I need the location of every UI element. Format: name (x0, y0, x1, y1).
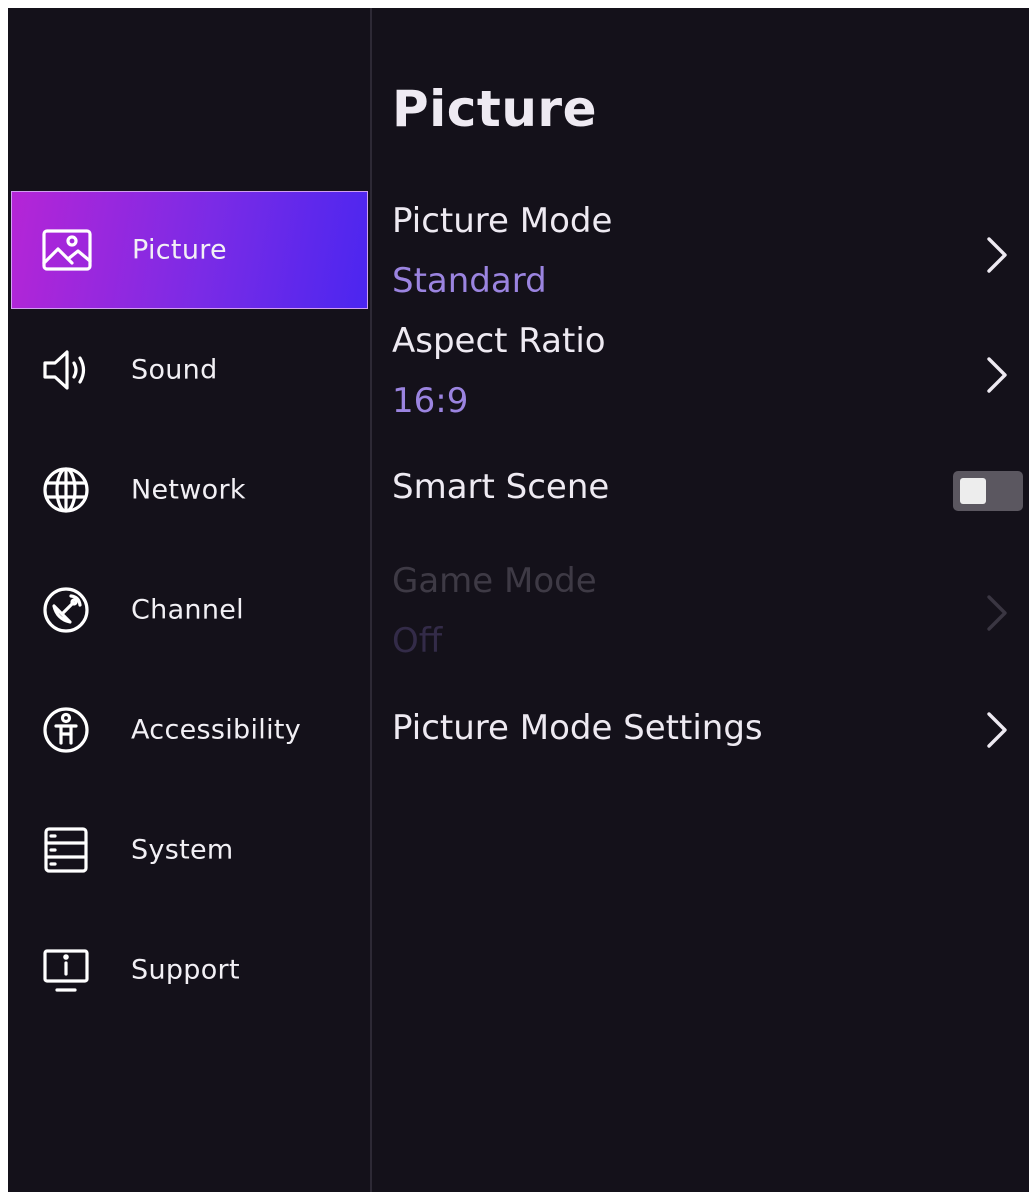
image-icon (38, 221, 96, 279)
setting-label: Smart Scene (392, 467, 610, 507)
speaker-icon (37, 341, 95, 399)
sidebar-item-network[interactable]: Network (11, 431, 368, 549)
settings-content: Picture Picture Mode Standard Aspect Rat… (372, 8, 1029, 1192)
sidebar-item-label: System (131, 834, 234, 866)
sidebar-item-label: Accessibility (131, 714, 302, 746)
setting-value: 16:9 (392, 381, 469, 421)
sidebar-item-support[interactable]: Support (11, 911, 368, 1029)
setting-value: Standard (392, 261, 547, 301)
sidebar-item-label: Picture (132, 234, 227, 266)
chevron-right-icon (981, 593, 1011, 633)
setting-label: Picture Mode Settings (392, 708, 763, 748)
info-monitor-icon (37, 941, 95, 999)
setting-value: Off (392, 621, 443, 661)
chevron-right-icon (981, 235, 1011, 275)
sidebar-item-sound[interactable]: Sound (11, 311, 368, 429)
page-title: Picture (392, 80, 597, 138)
server-rack-icon (37, 821, 95, 879)
setting-picture-mode[interactable]: Picture Mode Standard (372, 193, 1029, 313)
chevron-right-icon (981, 710, 1011, 750)
settings-sidebar: Picture Sound Network Channel Accessibil… (8, 8, 372, 1192)
smart-scene-toggle[interactable] (953, 471, 1023, 511)
sidebar-item-label: Channel (131, 594, 244, 626)
setting-label: Picture Mode (392, 201, 613, 241)
sidebar-item-picture[interactable]: Picture (11, 191, 368, 309)
toggle-knob (960, 478, 986, 504)
tv-settings-screen: Picture Sound Network Channel Accessibil… (8, 8, 1029, 1192)
setting-label: Aspect Ratio (392, 321, 606, 361)
setting-picture-mode-settings[interactable]: Picture Mode Settings (372, 680, 1029, 780)
setting-aspect-ratio[interactable]: Aspect Ratio 16:9 (372, 313, 1029, 433)
accessibility-icon (37, 701, 95, 759)
chevron-right-icon (981, 355, 1011, 395)
sidebar-item-label: Sound (131, 354, 218, 386)
setting-label: Game Mode (392, 561, 597, 601)
setting-game-mode: Game Mode Off (372, 553, 1029, 673)
sidebar-item-label: Network (131, 474, 246, 506)
globe-icon (37, 461, 95, 519)
sidebar-item-channel[interactable]: Channel (11, 551, 368, 669)
sidebar-item-system[interactable]: System (11, 791, 368, 909)
setting-smart-scene[interactable]: Smart Scene (372, 433, 1029, 548)
sidebar-item-accessibility[interactable]: Accessibility (11, 671, 368, 789)
antenna-dish-icon (37, 581, 95, 639)
sidebar-item-label: Support (131, 954, 240, 986)
